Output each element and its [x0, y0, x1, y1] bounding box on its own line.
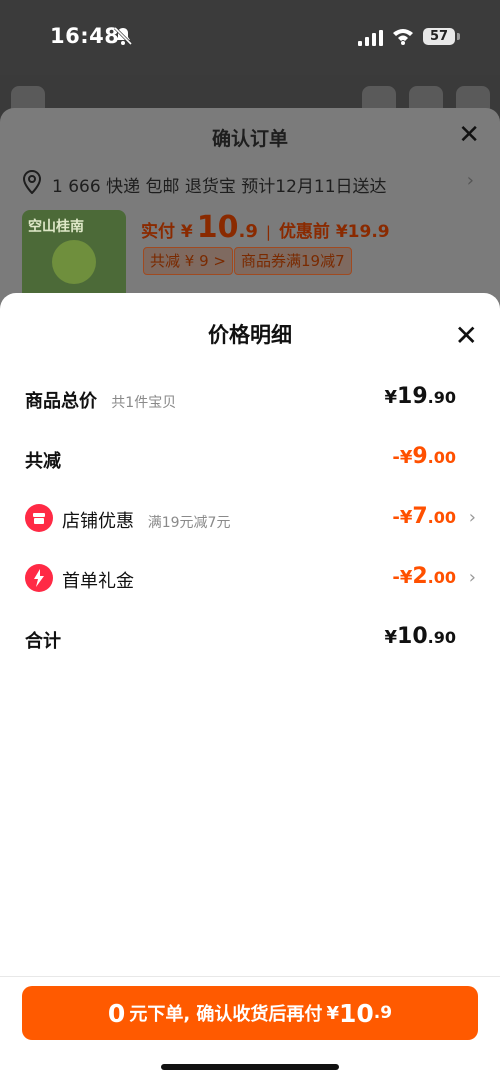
chevron-right-icon: ›: [468, 507, 476, 528]
row-amount: -¥2.00: [392, 564, 456, 589]
shop-icon: [25, 504, 53, 532]
close-icon[interactable]: ✕: [455, 319, 478, 352]
row-amount: ¥19.90: [385, 384, 457, 409]
place-order-button[interactable]: 0 元下单, 确认收货后再付 ¥ 10 .9: [22, 986, 478, 1040]
amount-dec: .90: [427, 388, 456, 407]
row-goods-total: 商品总价 共1件宝贝 ¥19.90: [0, 379, 500, 419]
coupon-tag: 商品券满19减7: [234, 247, 352, 275]
product-thumbnail-label: 空山桂南: [28, 219, 84, 235]
delivery-address-row[interactable]: 1 666 快递 包邮 退货宝 预计12月11日送达: [22, 169, 387, 199]
lightning-icon: [25, 564, 53, 592]
fruit-image: [52, 240, 96, 284]
bottom-divider: [0, 976, 500, 977]
cta-amount-dec: .9: [373, 1003, 393, 1023]
chevron-right-icon: ›: [466, 170, 474, 191]
location-pin-icon: [22, 169, 42, 199]
row-total-discount: 共减 -¥9.00: [0, 439, 500, 479]
row-shop-discount[interactable]: 店铺优惠 满19元减7元 -¥7.00 ›: [0, 499, 500, 539]
price-detail-sheet: 价格明细 ✕ 商品总价 共1件宝贝 ¥19.90 共减 -¥9.00 店铺优惠 …: [0, 293, 500, 1083]
row-amount: -¥7.00: [392, 504, 456, 529]
pay-amount-int: 10: [196, 210, 239, 245]
delivery-address-text: 1 666 快递 包邮 退货宝 预计12月11日送达: [52, 177, 387, 197]
cta-text: 元下单, 确认收货后再付: [129, 1004, 323, 1025]
payment-summary: 实付 ¥ 10 .9 | 优惠前 ¥19.9: [141, 210, 390, 245]
amount-currency: ¥: [384, 387, 398, 408]
row-label: 店铺优惠: [62, 511, 134, 532]
cta-amount-int: 10: [338, 998, 374, 1028]
chevron-right-icon: ›: [468, 567, 476, 588]
pay-separator: |: [265, 223, 271, 241]
row-grand-total: 合计 ¥10.90: [0, 619, 500, 659]
row-first-order-gift[interactable]: 首单礼金 -¥2.00 ›: [0, 559, 500, 599]
product-thumbnail: 空山桂南: [22, 210, 126, 300]
price-before-discount: 优惠前 ¥19.9: [278, 222, 390, 242]
pay-amount-dec: .9: [238, 221, 258, 242]
amount-int: 7: [412, 504, 428, 529]
home-indicator[interactable]: [161, 1064, 339, 1070]
amount-dec: .00: [427, 568, 456, 587]
amount-currency: -¥: [392, 507, 413, 528]
amount-dec: .90: [427, 628, 456, 647]
row-sublabel: 满19元减7元: [147, 515, 231, 531]
amount-dec: .00: [427, 448, 456, 467]
row-amount: -¥9.00: [392, 444, 456, 469]
detail-title: 价格明细: [208, 323, 292, 347]
status-bar: 16:48 57: [0, 0, 500, 75]
row-label: 商品总价: [25, 391, 97, 412]
amount-dec: .00: [427, 508, 456, 527]
battery-indicator: 57: [423, 28, 455, 45]
amount-int: 19: [397, 384, 428, 409]
row-amount: ¥10.90: [385, 624, 457, 649]
row-label: 共减: [25, 451, 61, 472]
row-sublabel: 共1件宝贝: [111, 395, 177, 411]
cta-currency: ¥: [326, 1002, 339, 1024]
status-time: 16:48: [50, 24, 120, 48]
signal-icon: [358, 30, 384, 50]
order-title: 确认订单: [211, 128, 288, 150]
amount-currency: -¥: [392, 447, 413, 468]
pay-label: 实付 ¥: [141, 222, 193, 242]
battery-tip: [457, 33, 460, 40]
row-label: 合计: [25, 631, 61, 652]
amount-int: 2: [412, 564, 428, 589]
bell-muted-icon: [113, 26, 133, 50]
wifi-icon: [392, 27, 414, 49]
amount-int: 9: [412, 444, 428, 469]
amount-currency: -¥: [392, 567, 413, 588]
order-close-icon[interactable]: ✕: [458, 120, 480, 150]
amount-int: 10: [397, 624, 428, 649]
row-label: 首单礼金: [62, 571, 134, 592]
total-discount-tag[interactable]: 共减 ¥ 9 >: [143, 247, 233, 275]
cta-zero: 0: [107, 998, 126, 1028]
amount-currency: ¥: [384, 627, 398, 648]
